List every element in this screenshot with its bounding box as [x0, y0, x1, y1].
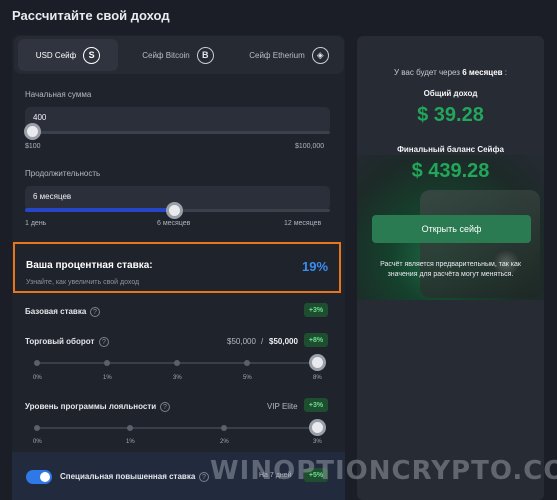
duration-tick-max: 12 месяцев — [284, 220, 322, 227]
summary-prefix: У вас будет через — [393, 68, 460, 77]
safe-illustration — [420, 190, 540, 298]
amount-slider-thumb[interactable] — [24, 123, 41, 140]
watermark: WINOPTIONCRYPTO.COM — [210, 456, 557, 486]
bitcoin-coin-icon: B — [196, 46, 214, 64]
disclaimer-line: Расчёт является предварительным, так как — [380, 261, 521, 268]
loyalty-step-label: 0% — [33, 439, 42, 445]
safe-type-tabs: USD Сейф S Сейф Bitcoin B Сейф Etherium … — [14, 36, 344, 74]
turnover-step[interactable] — [34, 360, 40, 366]
disclaimer-note: Расчёт является предварительным, так как… — [360, 260, 541, 280]
special-rate-label: Специальная повышенная ставка — [60, 472, 196, 481]
usd-coin-icon: S — [83, 46, 101, 64]
tab-label: Сейф Etherium — [249, 50, 305, 60]
base-rate-label: Базовая ставка — [25, 307, 87, 316]
turnover-label: Торговый оборот — [25, 337, 95, 346]
turnover-step[interactable] — [104, 360, 110, 366]
amount-max-label: $100,000 — [295, 143, 325, 150]
duration-label: Продолжительность — [25, 169, 101, 178]
duration-value: 6 месяцев — [33, 192, 72, 201]
loyalty-level: VIP Elite — [267, 402, 298, 411]
turnover-step-label: 5% — [243, 375, 252, 381]
disclaimer-line: значения для расчёта могут меняться. — [387, 271, 514, 278]
loyalty-step[interactable] — [34, 425, 40, 431]
final-balance-value: $ 439.28 — [411, 160, 490, 182]
increase-income-link[interactable]: Узнайте, как увеличить свой доход — [26, 279, 139, 286]
turnover-current: $50,000 — [227, 337, 256, 346]
loyalty-step[interactable] — [127, 425, 133, 431]
turnover-badge: +8% — [304, 333, 328, 347]
turnover-step-label: 3% — [173, 375, 182, 381]
tab-ethereum-safe[interactable]: Сейф Etherium ◈ — [238, 39, 340, 71]
duration-slider-fill — [25, 208, 175, 212]
base-rate-badge: +3% — [304, 303, 328, 317]
turnover-step-label: 8% — [313, 375, 322, 381]
loyalty-label: Уровень программы лояльности — [25, 402, 157, 411]
income-value: $ 39.28 — [417, 104, 484, 126]
final-balance-label: Финальный баланс Сейфа — [397, 145, 504, 154]
loyalty-step-label: 1% — [126, 439, 135, 445]
income-label: Общий доход — [423, 89, 478, 98]
loyalty-slider-track[interactable] — [37, 427, 317, 429]
loyalty-step-label: 2% — [220, 439, 229, 445]
summary-period-line: У вас будет через 6 месяцев : — [357, 68, 544, 77]
help-icon[interactable]: ? — [90, 307, 100, 317]
turnover-step-label: 0% — [33, 375, 42, 381]
tab-label: USD Сейф — [35, 50, 77, 60]
loyalty-slider-thumb[interactable] — [309, 419, 326, 436]
rate-title: Ваша процентная ставка: — [26, 260, 153, 271]
turnover-separator: / — [261, 337, 264, 346]
open-safe-button[interactable]: Открыть сейф — [372, 215, 531, 243]
help-icon[interactable]: ? — [160, 402, 170, 412]
help-icon[interactable]: ? — [199, 472, 209, 482]
tab-bitcoin-safe[interactable]: Сейф Bitcoin B — [128, 39, 228, 71]
turnover-step[interactable] — [174, 360, 180, 366]
special-rate-toggle[interactable] — [26, 470, 52, 484]
amount-slider-track[interactable] — [25, 131, 330, 134]
summary-period: 6 месяцев — [462, 68, 503, 77]
interest-rate-box: Ваша процентная ставка: 19% Узнайте, как… — [13, 242, 341, 293]
turnover-step-label: 1% — [103, 375, 112, 381]
loyalty-step-label: 3% — [313, 439, 322, 445]
amount-value: 400 — [33, 113, 47, 122]
amount-min-label: $100 — [25, 143, 41, 150]
turnover-step[interactable] — [244, 360, 250, 366]
summary-suffix: : — [504, 68, 508, 77]
tab-usd-safe[interactable]: USD Сейф S — [18, 39, 118, 71]
duration-slider-thumb[interactable] — [166, 202, 183, 219]
page-title: Рассчитайте свой доход — [12, 8, 170, 23]
duration-tick-mid: 6 месяцев — [157, 220, 191, 227]
duration-tick-min: 1 день — [25, 220, 47, 227]
rate-value: 19% — [302, 259, 329, 274]
turnover-max: $50,000 — [269, 337, 298, 346]
turnover-slider-thumb[interactable] — [309, 354, 326, 371]
loyalty-step[interactable] — [221, 425, 227, 431]
ethereum-coin-icon: ◈ — [311, 46, 329, 64]
tab-label: Сейф Bitcoin — [142, 50, 190, 60]
loyalty-badge: +3% — [304, 398, 328, 412]
amount-field[interactable]: 400 — [25, 107, 330, 133]
toggle-knob — [40, 472, 50, 482]
amount-label: Начальная сумма — [25, 90, 92, 99]
help-icon[interactable]: ? — [99, 337, 109, 347]
